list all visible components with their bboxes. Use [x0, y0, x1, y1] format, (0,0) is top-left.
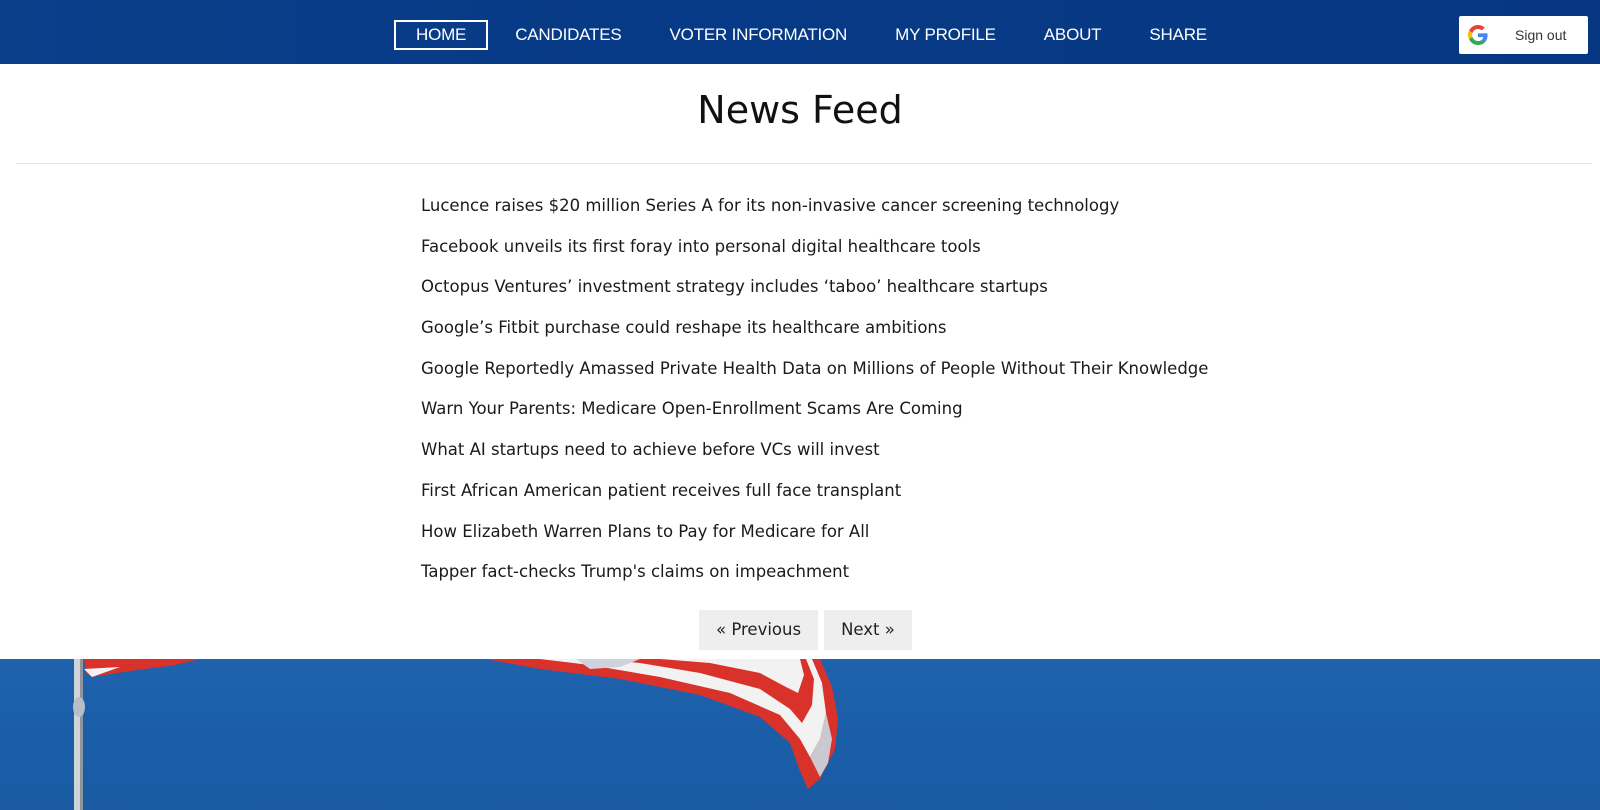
flag-background	[0, 659, 1600, 810]
news-item[interactable]: What AI startups need to achieve before …	[421, 440, 1208, 481]
nav-voter-information[interactable]: VOTER INFORMATION	[670, 20, 848, 50]
news-item[interactable]: How Elizabeth Warren Plans to Pay for Me…	[421, 522, 1208, 563]
pagination: « Previous Next »	[699, 610, 912, 650]
news-item[interactable]: Google’s Fitbit purchase could reshape i…	[421, 318, 1208, 359]
news-list: Lucence raises $20 million Series A for …	[421, 196, 1208, 603]
news-item[interactable]: First African American patient receives …	[421, 481, 1208, 522]
title-divider	[16, 163, 1592, 164]
news-item[interactable]: Warn Your Parents: Medicare Open-Enrollm…	[421, 399, 1208, 440]
next-page-button[interactable]: Next »	[824, 610, 912, 650]
nav-about[interactable]: ABOUT	[1044, 20, 1102, 50]
top-navbar: HOME CANDIDATES VOTER INFORMATION MY PRO…	[0, 0, 1600, 64]
nav-my-profile[interactable]: MY PROFILE	[895, 20, 996, 50]
news-item[interactable]: Tapper fact-checks Trump's claims on imp…	[421, 562, 1208, 603]
news-item[interactable]: Google Reportedly Amassed Private Health…	[421, 359, 1208, 400]
news-feed-panel: News Feed Lucence raises $20 million Ser…	[0, 64, 1600, 659]
nav-share[interactable]: SHARE	[1149, 20, 1207, 50]
nav-menu: HOME CANDIDATES VOTER INFORMATION MY PRO…	[394, 20, 1207, 50]
news-item[interactable]: Lucence raises $20 million Series A for …	[421, 196, 1208, 237]
nav-home[interactable]: HOME	[394, 20, 489, 50]
google-icon	[1468, 25, 1488, 45]
previous-page-button[interactable]: « Previous	[699, 610, 819, 650]
google-sign-out-button[interactable]: Sign out	[1459, 16, 1588, 54]
sign-out-label: Sign out	[1515, 27, 1567, 43]
page-title: News Feed	[697, 88, 903, 132]
page: HOME CANDIDATES VOTER INFORMATION MY PRO…	[0, 0, 1600, 810]
nav-candidates[interactable]: CANDIDATES	[515, 20, 622, 50]
news-item[interactable]: Octopus Ventures’ investment strategy in…	[421, 277, 1208, 318]
flag-image	[73, 659, 838, 810]
news-item[interactable]: Facebook unveils its first foray into pe…	[421, 237, 1208, 278]
